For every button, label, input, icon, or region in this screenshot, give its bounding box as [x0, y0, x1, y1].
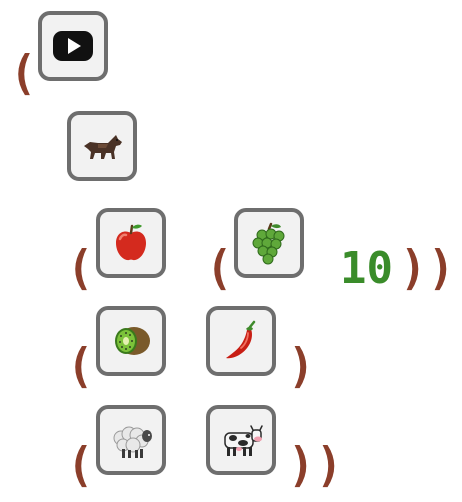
- chili-pepper-icon: [226, 320, 256, 359]
- close-paren: ): [288, 437, 315, 493]
- close-paren: ): [428, 240, 455, 296]
- play-button-icon: [53, 31, 93, 61]
- close-paren: ): [316, 437, 343, 493]
- open-paren: (: [67, 240, 94, 296]
- kiwi-icon: [115, 327, 150, 355]
- play-block[interactable]: [38, 11, 108, 81]
- wolf-block[interactable]: [67, 111, 137, 181]
- sheep-icon: [113, 426, 152, 458]
- grapes-icon: [252, 222, 285, 265]
- cow-block[interactable]: [206, 405, 276, 475]
- wolf-icon: [84, 135, 122, 159]
- close-paren: ): [400, 240, 427, 296]
- grapes-block[interactable]: [234, 208, 304, 278]
- open-paren: (: [10, 45, 37, 101]
- open-paren: (: [67, 437, 94, 493]
- cow-icon: [224, 425, 263, 456]
- close-paren: ): [288, 338, 315, 394]
- open-paren: (: [206, 240, 233, 296]
- open-paren: (: [67, 338, 94, 394]
- number-literal: 10: [340, 243, 393, 294]
- kiwi-block[interactable]: [96, 306, 166, 376]
- apple-block[interactable]: [96, 208, 166, 278]
- chili-pepper-block[interactable]: [206, 306, 276, 376]
- sheep-block[interactable]: [96, 405, 166, 475]
- apple-icon: [116, 224, 146, 261]
